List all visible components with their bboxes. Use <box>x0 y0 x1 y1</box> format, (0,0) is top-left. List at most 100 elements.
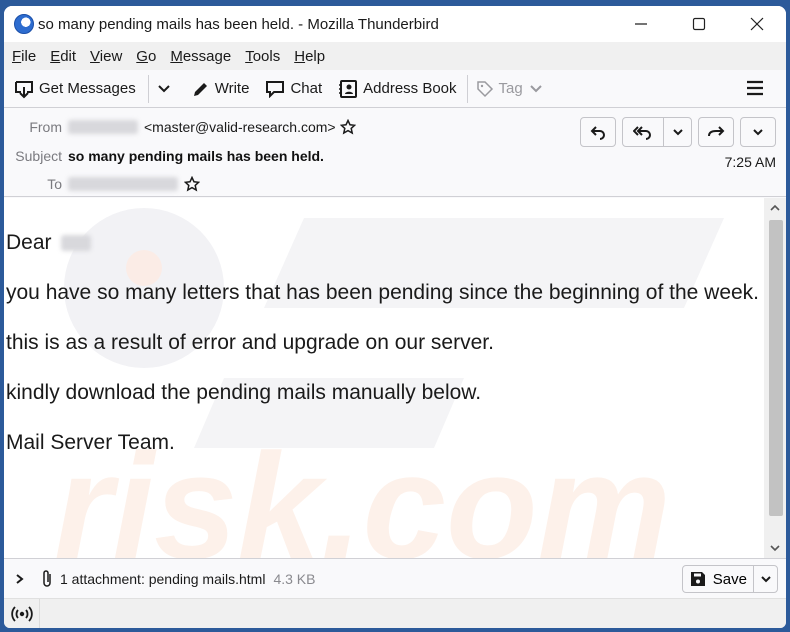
message-time: 7:25 AM <box>724 154 776 170</box>
menu-help[interactable]: Help <box>294 48 325 65</box>
online-status-button[interactable] <box>4 598 40 628</box>
get-messages-label: Get Messages <box>39 80 136 97</box>
minimize-button[interactable] <box>612 6 670 42</box>
menu-accelerator: G <box>136 47 148 65</box>
chat-icon <box>266 80 285 98</box>
expand-chevron-icon[interactable] <box>14 573 26 585</box>
attachment-size: 4.3 KB <box>273 570 316 587</box>
save-label: Save <box>712 570 747 588</box>
menu-edit[interactable]: Edit <box>50 48 76 65</box>
sender-email[interactable]: <master@valid-research.com> <box>144 119 336 135</box>
menu-go[interactable]: Go <box>136 48 156 65</box>
chat-button[interactable]: Chat <box>265 80 322 98</box>
menu-accelerator: V <box>90 47 100 65</box>
save-button[interactable]: Save <box>683 566 753 592</box>
thunderbird-logo-icon <box>14 14 34 34</box>
recipient-redacted[interactable] <box>68 177 178 191</box>
attachment-bar: 1 attachment: pending mails.html 4.3 KB … <box>4 558 786 598</box>
address-book-icon <box>339 79 358 98</box>
star-icon[interactable] <box>339 119 356 135</box>
menu-tools[interactable]: Tools <box>245 48 280 65</box>
menu-accelerator: H <box>294 47 306 65</box>
menu-bar: File Edit View Go Message Tools Help <box>4 42 786 70</box>
pencil-icon <box>193 82 207 96</box>
from-row: From <master@valid-research.com> <box>4 119 356 135</box>
get-messages-dropdown[interactable] <box>157 82 176 96</box>
chevron-down-icon <box>753 129 763 136</box>
reply-all-button[interactable] <box>622 117 692 147</box>
message-body: risk.com Dear you have so many letters t… <box>4 198 764 558</box>
message-actions <box>574 117 776 147</box>
chevron-up-icon <box>770 204 780 211</box>
chevron-down-icon <box>530 84 542 92</box>
forward-icon <box>708 126 725 137</box>
chevron-down-icon <box>672 129 683 136</box>
menu-file[interactable]: File <box>12 48 36 65</box>
menu-label-rest: ools <box>252 47 281 65</box>
write-button[interactable]: Write <box>192 80 250 98</box>
online-broadcast-icon <box>10 605 33 622</box>
body-line: this is as a result of error and upgrade… <box>6 331 494 354</box>
scroll-down-button[interactable] <box>764 538 786 558</box>
menu-label-rest: ile <box>21 47 37 65</box>
greeting: Dear <box>6 231 52 254</box>
menu-label-rest: dit <box>60 47 77 65</box>
body-line: kindly download the pending mails manual… <box>6 381 482 404</box>
save-icon <box>690 572 705 586</box>
address-book-button[interactable]: Address Book <box>338 79 457 99</box>
save-dropdown[interactable] <box>753 566 777 592</box>
body-scrollbar[interactable] <box>764 198 786 558</box>
menu-accelerator: F <box>12 47 22 65</box>
subject-row: Subject so many pending mails has been h… <box>4 148 324 164</box>
to-row: To <box>4 176 200 192</box>
hamburger-menu-icon <box>747 80 763 96</box>
menu-message[interactable]: Message <box>170 48 231 65</box>
window-title: so many pending mails has been held. - M… <box>38 15 439 33</box>
toolbar-separator <box>147 74 149 103</box>
forward-button[interactable] <box>698 117 734 147</box>
app-menu-button[interactable] <box>746 80 764 101</box>
scroll-up-button[interactable] <box>764 198 786 218</box>
more-actions-button[interactable] <box>740 117 776 147</box>
reply-all-dropdown[interactable] <box>663 118 691 146</box>
recipient-name-redacted <box>61 235 92 252</box>
subject-label: Subject <box>15 148 62 164</box>
close-button[interactable] <box>728 6 786 42</box>
reply-button[interactable] <box>580 117 616 147</box>
maximize-icon <box>692 17 706 31</box>
chevron-down-icon <box>158 84 170 92</box>
tag-label: Tag <box>498 80 523 97</box>
window-controls <box>612 6 786 42</box>
close-icon <box>750 17 764 31</box>
menu-accelerator: M <box>170 47 183 65</box>
greeting-line: Dear <box>6 231 97 255</box>
get-messages-button[interactable]: Get Messages <box>14 79 136 99</box>
main-toolbar: Get Messages Write Chat Address Book Tag <box>4 70 786 108</box>
menu-accelerator: T <box>245 47 253 65</box>
menu-view[interactable]: View <box>90 48 122 65</box>
body-line: you have so many letters that has been p… <box>6 281 760 304</box>
maximize-button[interactable] <box>670 6 728 42</box>
chevron-down-icon <box>760 576 771 583</box>
scrollbar-thumb[interactable] <box>769 220 783 516</box>
message-subject: so many pending mails has been held. <box>68 148 324 164</box>
write-label: Write <box>214 80 250 97</box>
address-book-label: Address Book <box>363 80 457 97</box>
menu-label-rest: essage <box>182 47 232 65</box>
chat-label: Chat <box>290 80 323 97</box>
from-label: From <box>29 119 62 135</box>
save-attachment-button[interactable]: Save <box>681 565 778 593</box>
toolbar-separator <box>466 74 468 103</box>
tag-button[interactable]: Tag <box>476 80 548 98</box>
pcrisk-watermark: risk.com <box>54 208 724 558</box>
message-header: From <master@valid-research.com> Subject… <box>4 109 786 197</box>
menu-accelerator: E <box>50 47 61 65</box>
tag-icon <box>476 80 493 97</box>
attachment-summary[interactable]: 1 attachment: pending mails.html <box>60 571 265 587</box>
minimize-icon <box>635 23 647 25</box>
status-bar <box>4 598 786 628</box>
star-icon[interactable] <box>184 176 200 192</box>
to-label: To <box>47 176 62 192</box>
menu-label-rest: iew <box>99 47 123 65</box>
chevron-down-icon <box>770 545 780 552</box>
